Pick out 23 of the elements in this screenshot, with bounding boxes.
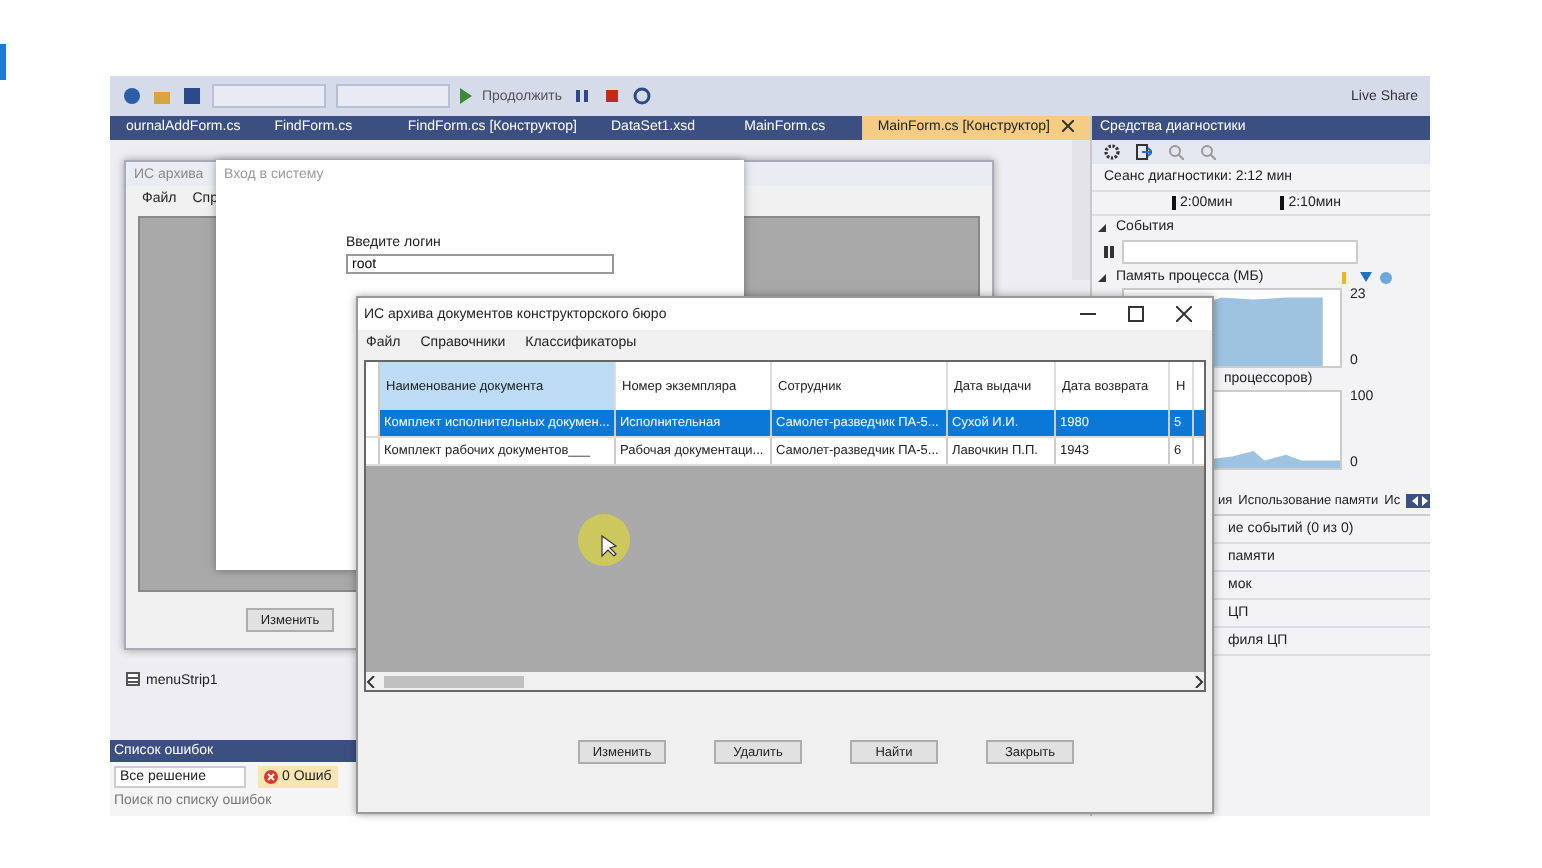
event-markers-icon <box>1338 269 1394 285</box>
accent-bar <box>0 44 6 80</box>
close-icon[interactable] <box>1176 306 1192 322</box>
settings-icon[interactable] <box>1104 144 1120 160</box>
scroll-left-icon[interactable] <box>366 675 376 687</box>
play-icon[interactable] <box>460 88 472 104</box>
export-icon[interactable] <box>1136 144 1152 160</box>
collapse-icon[interactable] <box>1098 273 1106 281</box>
pause-icon[interactable] <box>572 86 593 106</box>
cursor-highlight-icon <box>576 512 632 568</box>
menu-strip-icon <box>126 672 140 686</box>
pause-icon[interactable] <box>1104 246 1114 258</box>
row-header-cell[interactable] <box>366 410 380 436</box>
collapse-icon[interactable] <box>1098 223 1106 231</box>
close-icon[interactable] <box>1062 120 1075 133</box>
scroll-arrows-icon[interactable] <box>1406 494 1430 508</box>
restart-icon[interactable] <box>632 86 653 106</box>
error-icon <box>264 770 278 784</box>
horizontal-scrollbar[interactable] <box>366 672 1204 690</box>
scroll-right-icon[interactable] <box>1194 675 1204 687</box>
stop-icon[interactable] <box>602 86 623 106</box>
maximize-icon[interactable] <box>1128 306 1144 322</box>
save-icon[interactable] <box>182 86 202 106</box>
